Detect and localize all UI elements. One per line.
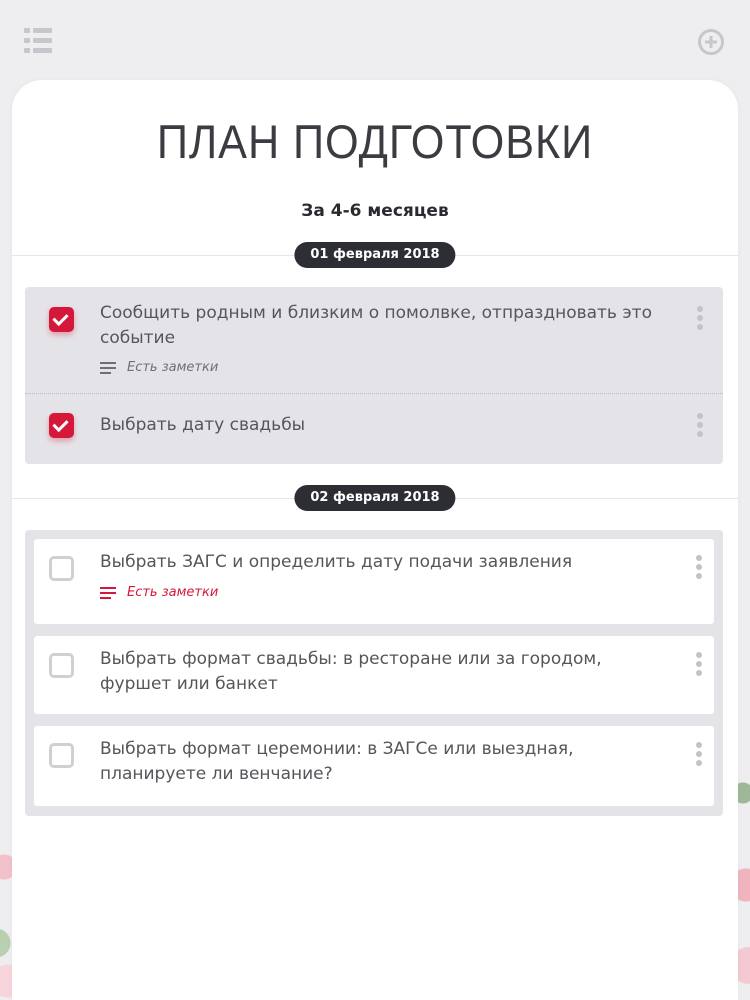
task-group: Выбрать ЗАГС и определить дату подачи за… [25, 530, 723, 816]
task-checkbox[interactable] [49, 743, 74, 768]
task-item[interactable]: Выбрать формат церемонии: в ЗАГСе или вы… [34, 726, 714, 806]
task-checkbox-checked[interactable] [49, 413, 74, 438]
task-item[interactable]: Выбрать дату свадьбы [25, 394, 723, 464]
date-badge: 01 февраля 2018 [294, 242, 456, 268]
period-heading: За 4-6 месяцев [301, 201, 449, 221]
task-group: Сообщить родным и близким о помолвке, от… [25, 287, 723, 464]
task-checkbox[interactable] [49, 556, 74, 581]
notes-icon [100, 362, 116, 374]
task-text: Выбрать ЗАГС и определить дату подачи за… [100, 552, 573, 572]
notes-icon [100, 587, 116, 599]
task-text: Выбрать дату свадьбы [100, 415, 306, 435]
task-text: Сообщить родным и близким о помолвке, от… [100, 303, 652, 348]
task-text: Выбрать формат церемонии: в ЗАГСе или вы… [100, 739, 574, 784]
more-options-icon[interactable] [697, 413, 703, 437]
top-bar [0, 0, 750, 80]
notes-label: Есть заметки [127, 585, 219, 600]
date-badge: 02 февраля 2018 [294, 485, 456, 511]
plus-circle-icon[interactable] [698, 29, 724, 55]
page-title: ПЛАН ПОДГОТОВКИ [156, 115, 594, 168]
more-options-icon[interactable] [696, 652, 702, 676]
notes-label: Есть заметки [127, 360, 219, 375]
task-checkbox-checked[interactable] [49, 307, 74, 332]
task-checkbox[interactable] [49, 653, 74, 678]
task-text: Выбрать формат свадьбы: в ресторане или … [100, 649, 602, 694]
task-item[interactable]: Выбрать ЗАГС и определить дату подачи за… [34, 539, 714, 624]
more-options-icon[interactable] [697, 306, 703, 330]
more-options-icon[interactable] [696, 742, 702, 766]
task-item[interactable]: Выбрать формат свадьбы: в ресторане или … [34, 636, 714, 714]
more-options-icon[interactable] [696, 555, 702, 579]
list-menu-icon[interactable] [24, 28, 52, 54]
task-item[interactable]: Сообщить родным и близким о помолвке, от… [25, 287, 723, 393]
